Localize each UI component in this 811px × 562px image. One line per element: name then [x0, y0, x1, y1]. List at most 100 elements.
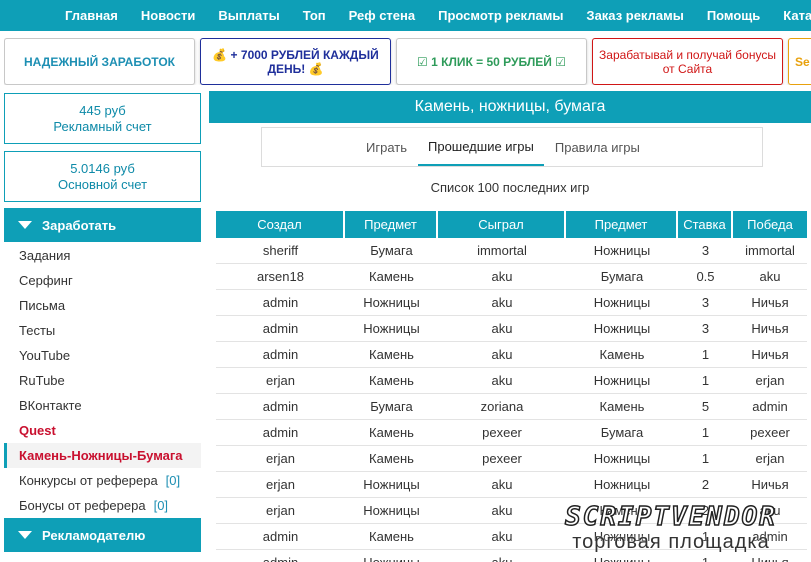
cell-opponent: aku: [438, 290, 566, 316]
menu-item-youtube[interactable]: YouTube: [4, 343, 201, 368]
cell-creator-item: Камень: [345, 420, 438, 446]
nav-view-ads[interactable]: Просмотр рекламы: [438, 8, 563, 23]
nav-top[interactable]: Топ: [303, 8, 326, 23]
table-row: erjan Камень pexeer Ножницы 1 erjan: [216, 446, 807, 472]
menu-item-referrer-bonuses[interactable]: Бонусы от реферера [0]: [4, 493, 201, 518]
table-row: erjan Камень aku Ножницы 1 erjan: [216, 368, 807, 394]
banner-row: НАДЕЖНЫЙ ЗАРАБОТОК 💰 + 7000 РУБЛЕЙ КАЖДЫ…: [4, 38, 811, 85]
banner-7000-rubles[interactable]: 💰 + 7000 РУБЛЕЙ КАЖДЫЙ ДЕНЬ! 💰: [200, 38, 391, 85]
cell-bet: 2: [678, 498, 733, 524]
cell-opponent: aku: [438, 368, 566, 394]
table-header-row: Создал Предмет Сыграл Предмет Ставка Поб…: [216, 211, 807, 238]
nav-home[interactable]: Главная: [65, 8, 118, 23]
table-row: admin Бумага zoriana Камень 5 admin: [216, 394, 807, 420]
cell-winner: admin: [733, 524, 807, 550]
cell-opponent: aku: [438, 524, 566, 550]
cell-opponent: aku: [438, 498, 566, 524]
table-row: sheriff Бумага immortal Ножницы 3 immortal: [216, 238, 807, 264]
cell-creator-item: Камень: [345, 446, 438, 472]
cell-winner: pexeer: [733, 420, 807, 446]
cell-bet: 3: [678, 290, 733, 316]
cell-creator: admin: [216, 316, 345, 342]
cell-creator: erjan: [216, 498, 345, 524]
cell-creator: admin: [216, 524, 345, 550]
ad-account-label: Рекламный счет: [53, 118, 152, 134]
cell-creator-item: Камень: [345, 368, 438, 394]
cell-opponent: aku: [438, 264, 566, 290]
cell-opponent-item: Камень: [566, 394, 678, 420]
cell-winner: erjan: [733, 446, 807, 472]
cell-opponent-item: Ножницы: [566, 524, 678, 550]
cell-creator-item: Камень: [345, 342, 438, 368]
table-row: admin Ножницы aku Ножницы 3 Ничья: [216, 316, 807, 342]
triangle-down-icon: [18, 221, 32, 229]
menu-item-tasks[interactable]: Задания: [4, 243, 201, 268]
column-header-creator-item: Предмет: [345, 211, 438, 238]
cell-creator: admin: [216, 420, 345, 446]
cell-opponent-item: Ножницы: [566, 290, 678, 316]
cell-creator: erjan: [216, 368, 345, 394]
cell-opponent-item: Ножницы: [566, 472, 678, 498]
table-row: arsen18 Камень aku Бумага 0.5 aku: [216, 264, 807, 290]
menu-item-tests[interactable]: Тесты: [4, 318, 201, 343]
menu-item-vkontakte[interactable]: ВКонтакте: [4, 393, 201, 418]
table-row: erjan Ножницы aku Камень 2 aku: [216, 498, 807, 524]
nav-news[interactable]: Новости: [141, 8, 196, 23]
ad-account-box[interactable]: 445 руб Рекламный счет: [4, 93, 201, 144]
cell-opponent-item: Бумага: [566, 264, 678, 290]
cell-opponent-item: Ножницы: [566, 316, 678, 342]
nav-site-catalog[interactable]: Каталог сайтов: [783, 8, 811, 23]
menu-advertiser-header[interactable]: Рекламодателю: [4, 518, 201, 552]
cell-creator: sheriff: [216, 238, 345, 264]
nav-ref-wall[interactable]: Реф стена: [349, 8, 415, 23]
page-title: Камень, ножницы, бумага: [209, 91, 811, 123]
cell-bet: 1: [678, 446, 733, 472]
menu-item-count: [0]: [165, 473, 181, 488]
column-header-opponent: Сыграл: [438, 211, 566, 238]
menu-item-letters[interactable]: Письма: [4, 293, 201, 318]
cell-creator-item: Бумага: [345, 238, 438, 264]
cell-creator: arsen18: [216, 264, 345, 290]
tab-game-rules[interactable]: Правила игры: [545, 128, 650, 166]
table-row: adminНожницыakuНожницы1Ничья: [216, 550, 807, 562]
cell-creator-item: Камень: [345, 264, 438, 290]
menu-item-rock-paper-scissors[interactable]: Камень-Ножницы-Бумага: [4, 443, 201, 468]
cell-bet: 3: [678, 316, 733, 342]
menu-item-count: [0]: [153, 498, 169, 513]
nav-payouts[interactable]: Выплаты: [218, 8, 279, 23]
cell-creator: erjan: [216, 446, 345, 472]
menu-item-surfing[interactable]: Серфинг: [4, 268, 201, 293]
cell-bet: 0.5: [678, 264, 733, 290]
menu-item-rutube[interactable]: RuTube: [4, 368, 201, 393]
games-table: Создал Предмет Сыграл Предмет Ставка Поб…: [216, 211, 807, 562]
cell-opponent-item: Ножницы: [566, 446, 678, 472]
cell-creator-item: Ножницы: [345, 316, 438, 342]
game-tabs: Играть Прошедшие игры Правила игры: [261, 127, 763, 167]
banner-reliable-earnings[interactable]: НАДЕЖНЫЙ ЗАРАБОТОК: [4, 38, 195, 85]
nav-order-ads[interactable]: Заказ рекламы: [586, 8, 683, 23]
cell-opponent: aku: [438, 316, 566, 342]
menu-earn-header[interactable]: Заработать: [4, 208, 201, 242]
main-account-box[interactable]: 5.0146 руб Основной счет: [4, 151, 201, 202]
main-account-label: Основной счет: [57, 176, 148, 192]
tab-past-games[interactable]: Прошедшие игры: [418, 128, 544, 166]
menu-item-quest[interactable]: Quest: [4, 418, 201, 443]
cell-bet: 1: [678, 524, 733, 550]
cell-winner: Ничья: [733, 316, 807, 342]
cell-opponent-item: Ножницы: [566, 368, 678, 394]
cell-creator: admin: [216, 342, 345, 368]
earn-menu: Задания Серфинг Письма Тесты YouTube RuT…: [4, 243, 201, 518]
table-row: admin Камень pexeer Бумага 1 pexeer: [216, 420, 807, 446]
cell-opponent: aku: [438, 342, 566, 368]
menu-item-referrer-contests[interactable]: Конкурсы от реферера [0]: [4, 468, 201, 493]
tab-play[interactable]: Играть: [356, 128, 417, 166]
cell-opponent: aku: [438, 472, 566, 498]
cell-opponent: pexeer: [438, 446, 566, 472]
cell-winner: Ничья: [733, 550, 807, 562]
cell-winner: admin: [733, 394, 807, 420]
banner-one-click[interactable]: ☑ 1 КЛИК = 50 РУБЛЕЙ ☑: [396, 38, 587, 85]
banner-partial[interactable]: Se: [788, 38, 811, 85]
banner-site-bonuses[interactable]: Зарабатывай и получай бонусы от Сайта: [592, 38, 783, 85]
nav-help[interactable]: Помощь: [707, 8, 760, 23]
menu-advertiser-title: Рекламодателю: [42, 527, 146, 543]
